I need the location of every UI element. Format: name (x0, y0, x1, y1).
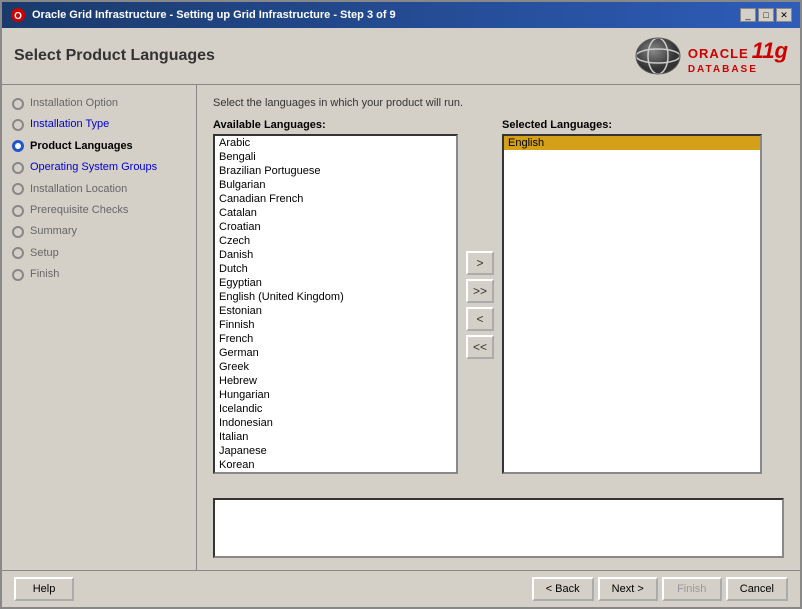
available-lang-item[interactable]: Hungarian (215, 388, 456, 402)
available-languages-panel: Available Languages: ArabicBengaliBrazil… (213, 119, 458, 490)
sidebar-item-6: Summary (2, 221, 196, 242)
sidebar-label-8: Finish (30, 267, 59, 282)
move-left-button[interactable]: < (466, 307, 494, 331)
minimize-button[interactable]: _ (740, 8, 756, 22)
main-window: O Oracle Grid Infrastructure - Setting u… (0, 0, 802, 609)
available-lang-item[interactable]: Italian (215, 430, 456, 444)
move-all-left-button[interactable]: << (466, 335, 494, 359)
available-label: Available Languages: (213, 119, 458, 131)
content-area: Select the languages in which your produ… (197, 85, 800, 570)
window-icon: O (10, 7, 26, 23)
available-lang-item[interactable]: Hebrew (215, 374, 456, 388)
languages-container: Available Languages: ArabicBengaliBrazil… (213, 119, 784, 490)
sidebar-label-3: Operating System Groups (30, 160, 157, 175)
sidebar-label-0: Installation Option (30, 96, 118, 111)
info-area (213, 498, 784, 558)
available-lang-item[interactable]: English (United Kingdom) (215, 290, 456, 304)
title-bar: O Oracle Grid Infrastructure - Setting u… (2, 2, 800, 28)
available-lang-item[interactable]: Greek (215, 360, 456, 374)
sidebar-item-0: Installation Option (2, 93, 196, 114)
sidebar-label-5: Prerequisite Checks (30, 203, 128, 218)
oracle-db-text: DATABASE (688, 64, 788, 75)
available-languages-scroll[interactable]: ArabicBengaliBrazilian PortugueseBulgari… (215, 136, 456, 472)
content-description: Select the languages in which your produ… (213, 97, 784, 109)
sidebar-label-4: Installation Location (30, 182, 127, 197)
close-button[interactable]: ✕ (776, 8, 792, 22)
sidebar-item-8: Finish (2, 264, 196, 285)
selected-lang-item[interactable]: English (504, 136, 760, 150)
selected-languages-panel: Selected Languages: English (502, 119, 762, 490)
move-right-button[interactable]: > (466, 251, 494, 275)
finish-button[interactable]: Finish (662, 577, 722, 601)
available-lang-item[interactable]: French (215, 332, 456, 346)
svg-text:O: O (14, 11, 22, 22)
available-lang-item[interactable]: Estonian (215, 304, 456, 318)
available-lang-item[interactable]: Indonesian (215, 416, 456, 430)
sidebar-item-7: Setup (2, 243, 196, 264)
maximize-button[interactable]: □ (758, 8, 774, 22)
available-lang-item[interactable]: Bulgarian (215, 178, 456, 192)
available-lang-item[interactable]: Icelandic (215, 402, 456, 416)
help-button[interactable]: Help (14, 577, 74, 601)
sidebar-label-6: Summary (30, 224, 77, 239)
oracle-version: 11g (752, 38, 788, 64)
page-title: Select Product Languages (14, 47, 215, 65)
oracle-sphere-icon (632, 36, 684, 76)
oracle-logo: ORACLE 11g DATABASE (632, 36, 788, 76)
available-lang-item[interactable]: German (215, 346, 456, 360)
selected-languages-list[interactable]: English (502, 134, 762, 474)
available-languages-list[interactable]: ArabicBengaliBrazilian PortugueseBulgari… (213, 134, 458, 474)
available-lang-item[interactable]: Korean (215, 458, 456, 472)
available-lang-item[interactable]: Danish (215, 248, 456, 262)
title-bar-buttons: _ □ ✕ (740, 8, 792, 22)
sidebar-item-1[interactable]: Installation Type (2, 114, 196, 135)
available-lang-item[interactable]: Catalan (215, 206, 456, 220)
sidebar-label-2: Product Languages (30, 139, 133, 154)
title-bar-left: O Oracle Grid Infrastructure - Setting u… (10, 7, 396, 23)
sidebar-item-5: Prerequisite Checks (2, 200, 196, 221)
available-lang-item[interactable]: Croatian (215, 220, 456, 234)
transfer-buttons: > >> < << (462, 119, 498, 490)
available-lang-item[interactable]: Dutch (215, 262, 456, 276)
available-lang-item[interactable]: Brazilian Portuguese (215, 164, 456, 178)
available-lang-item[interactable]: Canadian French (215, 192, 456, 206)
move-all-right-button[interactable]: >> (466, 279, 494, 303)
available-lang-item[interactable]: Bengali (215, 150, 456, 164)
available-lang-item[interactable]: Czech (215, 234, 456, 248)
bottom-bar: Help < Back Next > Finish Cancel (2, 570, 800, 607)
main-content: Installation Option Installation Type Prod… (2, 85, 800, 570)
sidebar-item-2: Product Languages (2, 136, 196, 157)
available-lang-item[interactable]: Arabic (215, 136, 456, 150)
cancel-button[interactable]: Cancel (726, 577, 788, 601)
sidebar-label-7: Setup (30, 246, 59, 261)
window-title: Oracle Grid Infrastructure - Setting up … (32, 9, 396, 21)
header-area: Select Product Languages ORACLE 11g (2, 28, 800, 85)
available-lang-item[interactable]: Finnish (215, 318, 456, 332)
back-button[interactable]: < Back (532, 577, 594, 601)
selected-label: Selected Languages: (502, 119, 762, 131)
oracle-brand: ORACLE 11g DATABASE (688, 38, 788, 75)
sidebar-item-4: Installation Location (2, 179, 196, 200)
sidebar-item-3[interactable]: Operating System Groups (2, 157, 196, 178)
available-lang-item[interactable]: Egyptian (215, 276, 456, 290)
next-button[interactable]: Next > (598, 577, 658, 601)
oracle-text: ORACLE (688, 46, 749, 61)
sidebar: Installation Option Installation Type Prod… (2, 85, 197, 570)
nav-buttons: < Back Next > Finish Cancel (532, 577, 788, 601)
available-lang-item[interactable]: Japanese (215, 444, 456, 458)
sidebar-label-1: Installation Type (30, 117, 109, 132)
